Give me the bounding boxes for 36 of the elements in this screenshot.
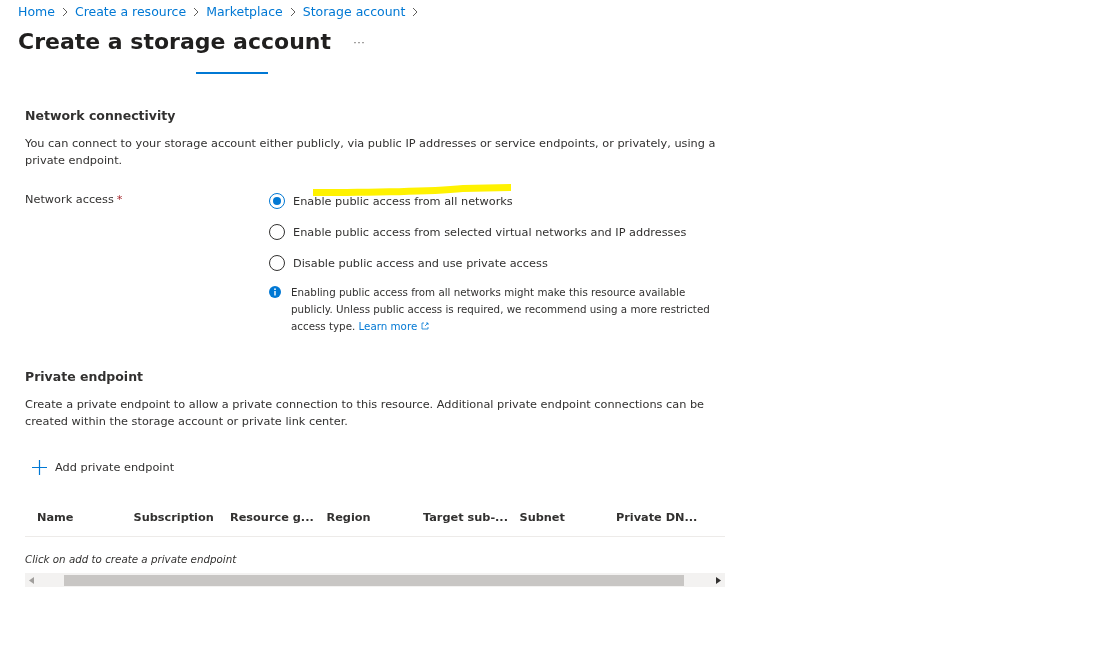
add-private-endpoint-button[interactable]: Add private endpoint [32, 460, 175, 475]
external-link-icon [420, 322, 429, 330]
info-message: Enabling public access from all networks might make this resource available publicly. Unless public access is required, we recommend using a more restricted access type. Learn more [291, 285, 711, 334]
required-marker: * [116, 193, 123, 206]
chevron-right-icon [60, 6, 69, 17]
radio-option[interactable]: Enable public access from selected virtual networks and IP addresses [269, 224, 725, 240]
field-label: Network access [25, 193, 114, 206]
horizontal-scrollbar[interactable] [25, 573, 725, 587]
plus-icon [32, 460, 47, 475]
chevron-right-icon [192, 6, 201, 17]
chevron-right-icon [411, 6, 420, 17]
breadcrumb-link[interactable]: Home [18, 4, 55, 19]
page-title: Create a storage account [18, 29, 331, 54]
section-description: You can connect to your storage account either publicly, via public IP addresses or service endpoints, or privately, using a private endpoint. [25, 136, 717, 169]
column-header[interactable]: Subnet [519, 511, 616, 524]
radio-option[interactable]: Enable public access from all networks [269, 193, 725, 209]
section-heading: Private endpoint [25, 369, 145, 384]
column-header[interactable]: Subscription [133, 511, 230, 524]
radio-option[interactable]: Disable public access and use private access [269, 255, 725, 271]
more-button[interactable]: ··· [353, 34, 365, 49]
empty-table-message: Click on add to create a private endpoint [25, 553, 238, 565]
column-header[interactable]: Resource g... [230, 511, 327, 524]
breadcrumb-link[interactable]: Marketplace [206, 4, 283, 19]
column-header[interactable]: Name [37, 511, 134, 524]
column-header[interactable]: Region [326, 511, 423, 524]
chevron-right-icon [288, 6, 297, 17]
column-header[interactable]: Private DN... [616, 511, 713, 524]
learn-more-link[interactable]: Learn more [358, 320, 429, 332]
section-description: Create a private endpoint to allow a private connection to this resource. Additional private endpoint connections can be created within the storage account or private link center. [25, 397, 706, 430]
info-icon [269, 286, 281, 298]
section-heading: Network connectivity [25, 108, 177, 123]
scroll-right-icon[interactable] [716, 576, 721, 584]
breadcrumb-link[interactable]: Storage account [302, 4, 406, 19]
column-header[interactable]: Target sub-... [423, 511, 520, 524]
tab-indicator [196, 72, 268, 74]
breadcrumb-link[interactable]: Create a resource [74, 4, 187, 19]
